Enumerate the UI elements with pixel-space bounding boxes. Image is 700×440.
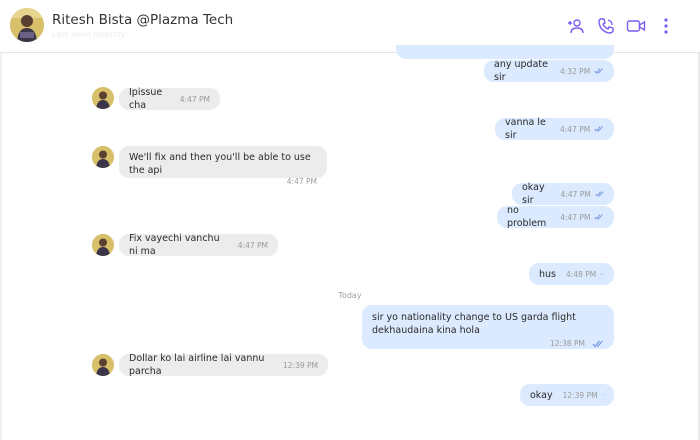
contact-avatar[interactable] — [10, 8, 44, 42]
message-text: Dollar ko lai airline lai vannu parcha — [129, 353, 265, 377]
read-receipt-icon — [600, 272, 604, 276]
message-bubble-outgoing[interactable]: hus 4:48 PM — [529, 263, 614, 285]
message-time: 4:47 PM — [179, 94, 210, 104]
contact-avatar-small[interactable] — [92, 354, 114, 376]
message-bubble-incoming[interactable]: Fix vayechi vanchu ni ma 4:47 PM — [119, 233, 278, 257]
message-text: okay — [530, 389, 553, 401]
message-text: any update sir — [494, 59, 548, 83]
message-time: 4:32 PM — [559, 66, 591, 76]
more-vertical-icon[interactable] — [656, 16, 676, 36]
message-bubble-outgoing[interactable]: no problem 4:47 PM — [497, 205, 614, 229]
message-time: 12:39 PM — [562, 390, 598, 400]
message-bubble-outgoing[interactable]: okay sir 4:47 PM — [512, 182, 614, 206]
message-bubble-outgoing[interactable]: any update sir 4:32 PM — [484, 59, 614, 83]
message-list[interactable]: any update sir 4:32 PM Ipissue cha 4:47 … — [0, 45, 700, 440]
message-time: 4:47 PM — [560, 189, 591, 199]
video-icon[interactable] — [626, 16, 646, 36]
message-bubble-partial[interactable] — [396, 45, 614, 59]
read-receipt-icon — [594, 126, 604, 132]
message-bubble-outgoing[interactable]: vanna le sir 4:47 PM — [495, 117, 614, 141]
contact-avatar-small[interactable] — [92, 146, 114, 168]
message-time: 12:38 PM — [549, 339, 585, 348]
read-receipt-icon — [595, 191, 604, 197]
read-receipt-icon — [594, 214, 604, 220]
message-time: 4:47 PM — [237, 240, 268, 250]
message-text: vanna le sir — [505, 117, 546, 141]
message-bubble-outgoing[interactable]: okay 12:39 PM — [520, 384, 614, 406]
phone-icon[interactable] — [596, 16, 616, 36]
message-text: We'll fix and then you'll be able to use… — [129, 152, 311, 176]
contact-avatar-small[interactable] — [92, 234, 114, 256]
message-bubble-incoming[interactable]: Dollar ko lai airline lai vannu parcha 1… — [119, 353, 328, 377]
message-text: Fix vayechi vanchu ni ma — [129, 233, 220, 257]
read-receipt-icon — [594, 68, 604, 74]
message-text: hus — [539, 268, 556, 280]
message-bubble-incoming[interactable]: We'll fix and then you'll be able to use… — [119, 146, 327, 186]
contact-name: Ritesh Bista @Plazma Tech — [52, 12, 234, 28]
message-text: sir yo nationality change to US garda fl… — [372, 312, 576, 336]
contact-status: Last seen recently — [52, 30, 126, 39]
message-text: Ipissue cha — [129, 87, 163, 111]
read-receipt-icon — [592, 340, 603, 347]
read-receipt-icon — [601, 394, 604, 396]
message-bubble-outgoing[interactable]: sir yo nationality change to US garda fl… — [362, 305, 614, 349]
add-user-icon[interactable] — [566, 16, 586, 36]
message-time: 4:48 PM — [566, 269, 597, 279]
message-time: 4:47 PM — [286, 177, 317, 186]
message-text: no problem — [507, 205, 547, 229]
contact-avatar-small[interactable] — [92, 87, 114, 109]
message-time: 12:39 PM — [283, 360, 318, 370]
day-separator: Today — [338, 291, 362, 300]
message-bubble-incoming[interactable]: Ipissue cha 4:47 PM — [119, 87, 220, 111]
message-time: 4:47 PM — [560, 124, 591, 134]
message-time: 4:47 PM — [560, 212, 591, 222]
